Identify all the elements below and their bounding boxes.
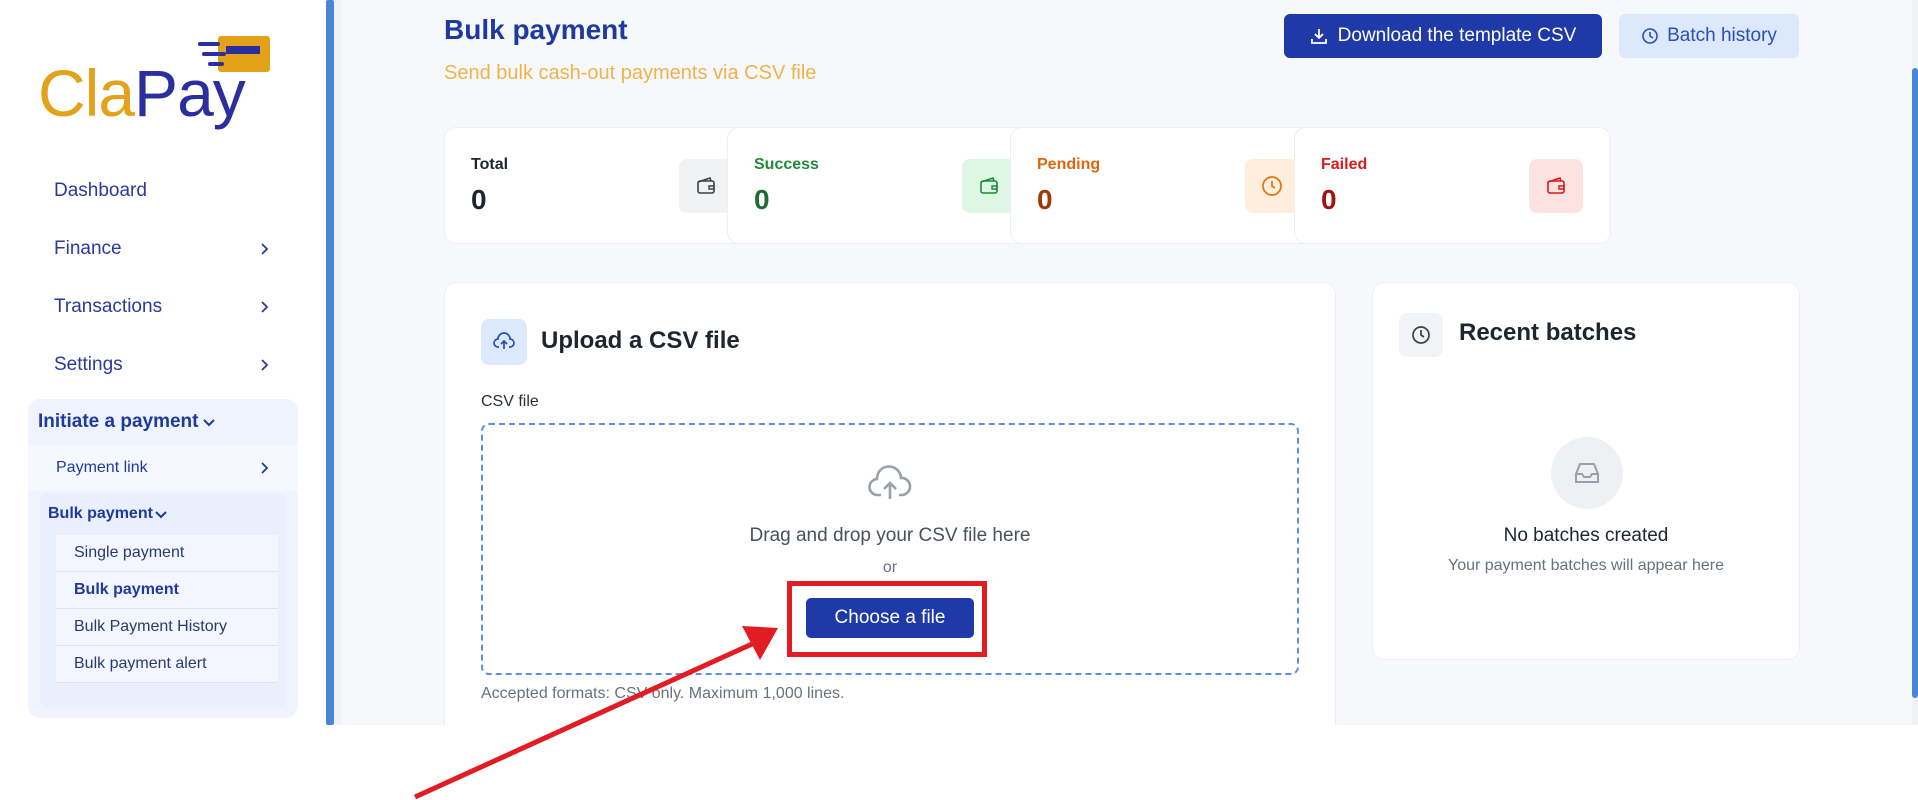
accepted-formats-note: Accepted formats: CSV only. Maximum 1,00…: [481, 685, 845, 702]
csv-file-label: CSV file: [481, 393, 539, 410]
stat-card-failed: Failed 0: [1294, 127, 1611, 244]
sidebar-sublist: Single payment Bulk payment Bulk Payment…: [56, 535, 278, 683]
sidebar: ClaPay Dashboard Finance Transactions Se…: [0, 0, 326, 725]
recent-batches-card: Recent batches No batches created Your p…: [1372, 282, 1800, 660]
stat-value: 0: [754, 184, 770, 215]
sidebar-item-bulk-payment-history[interactable]: Bulk Payment History: [56, 609, 278, 646]
cloud-upload-icon: [481, 319, 527, 365]
or-separator: or: [882, 559, 898, 576]
sidebar-subgroup-bulk-payment: Bulk payment Single payment Bulk payment…: [40, 493, 286, 707]
sidebar-item-single-payment[interactable]: Single payment: [56, 535, 278, 572]
empty-state-title: No batches created: [1503, 525, 1669, 546]
page-subtitle: Send bulk cash-out payments via CSV file: [444, 62, 817, 84]
choose-file-button[interactable]: Choose a file: [806, 598, 974, 638]
sidebar-item-label: Transactions: [54, 296, 163, 317]
stat-label: Pending: [1037, 156, 1101, 173]
logo-text: ClaPay: [38, 56, 246, 130]
stat-value: 0: [1037, 184, 1053, 215]
stat-card-total: Total 0: [444, 127, 761, 244]
sidebar-item-finance[interactable]: Finance: [28, 220, 298, 278]
sidebar-group-initiate-payment: Initiate a payment Payment link Bulk pay…: [28, 399, 298, 718]
wallet-icon: [679, 159, 733, 213]
page-title: Bulk payment: [444, 14, 628, 45]
stat-card-pending: Pending 0: [1010, 127, 1327, 244]
main-scrollbar[interactable]: [1912, 68, 1918, 698]
clock-icon: [1245, 159, 1299, 213]
download-icon: [1310, 29, 1327, 44]
chevron-down-icon: [201, 414, 217, 430]
upload-card: Upload a CSV file CSV file Drag and drop…: [444, 282, 1336, 742]
sidebar-item-label: Dashboard: [54, 180, 147, 201]
highlight-box: Choose a file: [787, 581, 987, 657]
sidebar-item-label: Finance: [54, 238, 122, 259]
sidebar-item-bulk-payment-alert[interactable]: Bulk payment alert: [56, 646, 278, 683]
stat-label: Success: [754, 156, 819, 173]
bottom-blank-area: [0, 725, 1918, 800]
wallet-icon: [1529, 159, 1583, 213]
sidebar-scroll-track: [334, 0, 342, 725]
empty-state-subtitle: Your payment batches will appear here: [1447, 557, 1725, 574]
stat-label: Failed: [1321, 156, 1368, 173]
stat-label: Total: [471, 156, 509, 173]
sidebar-item-label: Settings: [54, 354, 123, 375]
stat-card-success: Success 0: [727, 127, 1044, 244]
chevron-right-icon: [256, 460, 272, 476]
stat-value: 0: [1321, 184, 1337, 215]
sidebar-item-bulk-payment-active[interactable]: Bulk payment: [56, 572, 278, 609]
batch-history-label: Batch history: [1667, 25, 1777, 46]
sidebar-nav: Dashboard Finance Transactions Settings: [28, 162, 298, 394]
sidebar-item-label: Bulk payment: [48, 505, 153, 522]
sidebar-item-payment-link[interactable]: Payment link: [28, 445, 298, 491]
sidebar-item-settings[interactable]: Settings: [28, 336, 298, 394]
download-template-label: Download the template CSV: [1337, 25, 1577, 46]
recent-batches-title: Recent batches: [1459, 319, 1637, 346]
sidebar-item-label: Initiate a payment: [38, 411, 199, 432]
chevron-right-icon: [256, 357, 272, 373]
download-template-button[interactable]: Download the template CSV: [1284, 14, 1602, 58]
clapay-logo[interactable]: ClaPay: [38, 34, 270, 134]
wallet-icon: [962, 159, 1016, 213]
upload-title: Upload a CSV file: [541, 327, 740, 354]
main-content: Bulk payment Send bulk cash-out payments…: [342, 0, 1912, 742]
sidebar-scrollbar[interactable]: [326, 0, 334, 725]
sidebar-item-transactions[interactable]: Transactions: [28, 278, 298, 336]
csv-dropzone[interactable]: Drag and drop your CSV file here or Choo…: [481, 423, 1299, 675]
stat-value: 0: [471, 184, 487, 215]
inbox-icon: [1551, 437, 1623, 509]
chevron-down-icon: [153, 506, 169, 522]
cloud-upload-icon: [868, 465, 912, 499]
chevron-right-icon: [256, 241, 272, 257]
chevron-right-icon: [256, 299, 272, 315]
clock-icon: [1642, 28, 1658, 44]
sidebar-item-initiate-payment[interactable]: Initiate a payment: [28, 399, 298, 445]
sidebar-item-dashboard[interactable]: Dashboard: [28, 162, 298, 220]
sidebar-item-label: Payment link: [56, 459, 148, 476]
clock-icon: [1399, 313, 1443, 357]
batch-history-button[interactable]: Batch history: [1619, 14, 1799, 58]
drop-instructions: Drag and drop your CSV file here: [749, 525, 1031, 546]
sidebar-item-bulk-payment[interactable]: Bulk payment: [40, 493, 286, 535]
